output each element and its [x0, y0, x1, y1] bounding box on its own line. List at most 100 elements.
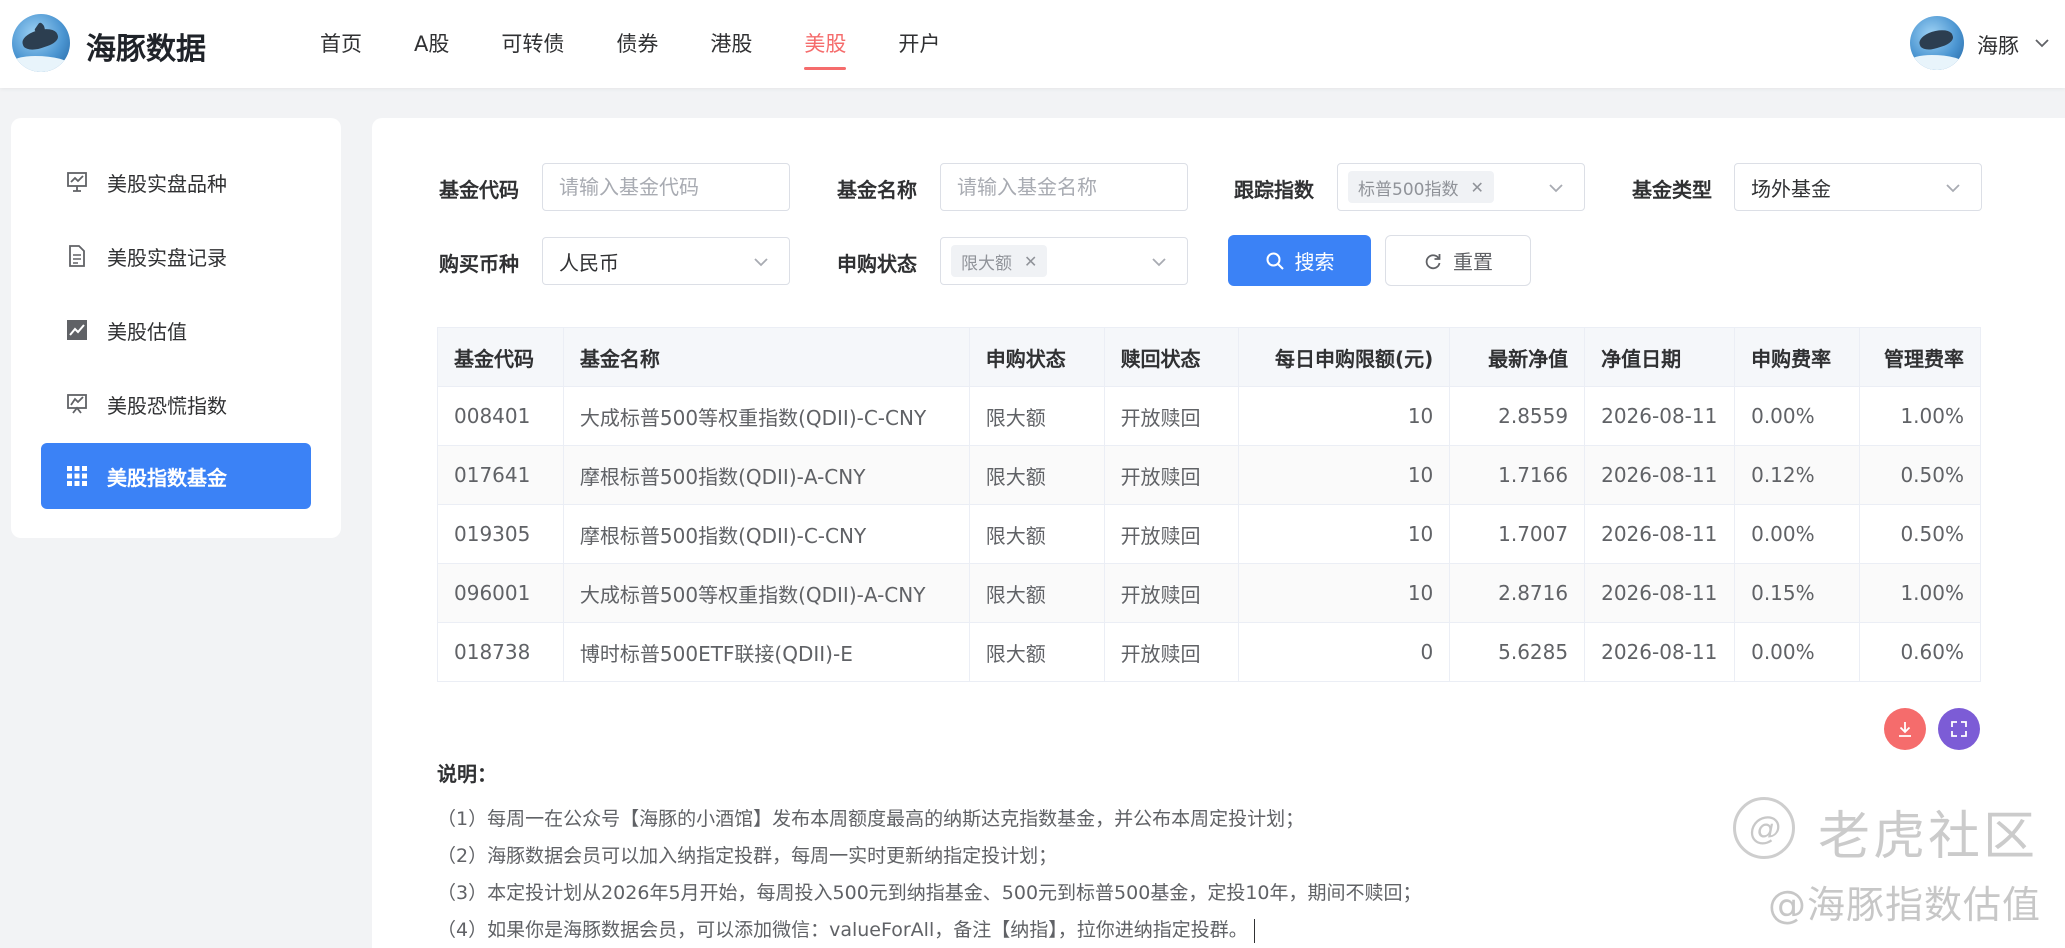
nav-bond[interactable]: 债券 [616, 0, 658, 88]
reset-button[interactable]: 重置 [1385, 235, 1531, 286]
nav-home[interactable]: 首页 [320, 0, 362, 88]
user-avatar[interactable] [1910, 16, 1964, 70]
subscribe-status-select[interactable]: 限大额 ✕ [940, 237, 1188, 285]
cell-nav-date: 2026-08-11 [1584, 504, 1736, 564]
col-daily-limit[interactable]: 每日申购限额(元) [1238, 327, 1451, 387]
fund-table: 基金代码 基金名称 申购状态 赎回状态 每日申购限额(元) 最新净值 净值日期 … [437, 327, 1981, 682]
nav-a-share[interactable]: A股 [414, 0, 449, 88]
currency-label: 购买币种 [439, 252, 519, 276]
table-header-row: 基金代码 基金名称 申购状态 赎回状态 每日申购限额(元) 最新净值 净值日期 … [437, 327, 1981, 387]
cell-daily-limit: 10 [1238, 386, 1451, 446]
col-latest-nav[interactable]: 最新净值 [1449, 327, 1586, 387]
col-management-fee[interactable]: 管理费率 [1859, 327, 1981, 387]
brand-logo[interactable] [12, 14, 70, 72]
line-chart-icon [65, 318, 89, 342]
chevron-down-icon [1549, 184, 1563, 193]
watermark-text: 老虎社区 [1818, 807, 2039, 867]
tag-label: 限大额 [961, 253, 1012, 274]
col-fund-code[interactable]: 基金代码 [437, 327, 564, 387]
grid-icon [65, 464, 89, 488]
fund-type-select[interactable]: 场外基金 [1734, 163, 1982, 211]
table-row[interactable]: 017641 摩根标普500指数(QDII)-A-CNY 限大额 开放赎回 10… [437, 445, 1981, 505]
reset-button-label: 重置 [1453, 250, 1493, 274]
cell-daily-limit: 10 [1238, 445, 1451, 505]
cell-latest-nav: 1.7007 [1449, 504, 1586, 564]
chevron-down-icon [754, 258, 768, 267]
trend-board-icon [65, 392, 89, 416]
cell-fund-name: 摩根标普500指数(QDII)-A-CNY [562, 445, 970, 505]
sidebar-item-us-fear-index[interactable]: 美股恐慌指数 [41, 371, 311, 437]
cell-fund-code: 019305 [437, 504, 564, 564]
search-button[interactable]: 搜索 [1228, 235, 1371, 286]
brand-name[interactable]: 海豚数据 [86, 24, 206, 68]
main-nav: 首页 A股 可转债 债券 港股 美股 开户 [320, 0, 992, 88]
fund-name-field[interactable] [940, 163, 1188, 211]
cell-latest-nav: 1.7166 [1449, 445, 1586, 505]
note-line: （2）海豚数据会员可以加入纳指定投群，每周一实时更新纳指定投计划； [437, 845, 1058, 867]
note-line: （4）如果你是海豚数据会员，可以添加微信：valueForAll，备注【纳指】，… [437, 912, 1422, 948]
cell-redeem-status: 开放赎回 [1103, 622, 1240, 682]
table-row[interactable]: 019305 摩根标普500指数(QDII)-C-CNY 限大额 开放赎回 10… [437, 504, 1981, 564]
document-icon [65, 244, 89, 268]
table-row[interactable]: 018738 博时标普500ETF联接(QDII)-E 限大额 开放赎回 0 5… [437, 622, 1981, 682]
fullscreen-button[interactable] [1938, 708, 1980, 750]
download-icon [1899, 722, 1911, 737]
search-icon [1266, 252, 1284, 270]
table-row[interactable]: 008401 大成标普500等权重指数(QDII)-C-CNY 限大额 开放赎回… [437, 386, 1981, 446]
note-line: （3）本定投计划从2026年5月开始，每周投入500元到纳指基金、500元到标普… [437, 882, 1422, 904]
fund-type-label: 基金类型 [1632, 178, 1712, 202]
cell-subscribe-fee: 0.00% [1734, 386, 1860, 446]
cell-nav-date: 2026-08-11 [1584, 445, 1736, 505]
sidebar-item-us-valuation[interactable]: 美股估值 [41, 297, 311, 363]
cell-nav-date: 2026-08-11 [1584, 386, 1736, 446]
sidebar: 美股实盘品种 美股实盘记录 美股估值 美股恐慌指数 美股指数基金 [11, 118, 341, 538]
sidebar-item-us-live-records[interactable]: 美股实盘记录 [41, 223, 311, 289]
subscribe-status-tag: 限大额 ✕ [951, 245, 1048, 277]
sidebar-item-label: 美股指数基金 [107, 465, 227, 490]
fund-type-value: 场外基金 [1751, 176, 1831, 201]
col-subscribe-fee[interactable]: 申购费率 [1734, 327, 1860, 387]
cell-subscribe-fee: 0.00% [1734, 622, 1860, 682]
cell-management-fee: 1.00% [1859, 563, 1981, 623]
close-icon[interactable]: ✕ [1024, 252, 1037, 271]
cell-redeem-status: 开放赎回 [1103, 445, 1240, 505]
track-index-select[interactable]: 标普500指数 ✕ [1337, 163, 1585, 211]
currency-select[interactable]: 人民币 [542, 237, 790, 285]
cell-fund-name: 大成标普500等权重指数(QDII)-C-CNY [562, 386, 970, 446]
sidebar-item-us-live-varieties[interactable]: 美股实盘品种 [41, 149, 311, 215]
track-index-tag: 标普500指数 ✕ [1348, 171, 1494, 203]
download-button[interactable] [1884, 708, 1926, 750]
nav-hk-stock[interactable]: 港股 [710, 0, 752, 88]
fund-name-label: 基金名称 [837, 178, 917, 202]
tag-label: 标普500指数 [1358, 179, 1459, 200]
col-subscribe-status[interactable]: 申购状态 [968, 327, 1105, 387]
cell-subscribe-status: 限大额 [968, 622, 1105, 682]
close-icon[interactable]: ✕ [1470, 178, 1483, 197]
subscribe-status-label: 申购状态 [837, 252, 917, 276]
cell-fund-name: 大成标普500等权重指数(QDII)-A-CNY [562, 563, 970, 623]
col-fund-name[interactable]: 基金名称 [562, 327, 970, 387]
col-nav-date[interactable]: 净值日期 [1584, 327, 1736, 387]
table-row[interactable]: 096001 大成标普500等权重指数(QDII)-A-CNY 限大额 开放赎回… [437, 563, 1981, 623]
presentation-chart-icon [65, 170, 89, 194]
user-name[interactable]: 海豚 [1977, 30, 2019, 60]
nav-us-stock[interactable]: 美股 [804, 0, 847, 88]
col-redeem-status[interactable]: 赎回状态 [1103, 327, 1240, 387]
watermark-handle: @海豚指数估值 [1768, 883, 2042, 927]
fund-code-field[interactable] [542, 163, 790, 211]
track-index-label: 跟踪指数 [1234, 178, 1314, 202]
cell-fund-code: 017641 [437, 445, 564, 505]
notes-section: 说明： （1）每周一在公众号【海豚的小酒馆】发布本周额度最高的纳斯达克指数基金，… [437, 758, 1422, 948]
chevron-down-icon[interactable] [2032, 33, 2052, 53]
nav-convertible-bond[interactable]: 可转债 [501, 0, 564, 88]
cell-redeem-status: 开放赎回 [1103, 563, 1240, 623]
fund-code-input[interactable] [559, 175, 789, 199]
sidebar-item-label: 美股恐慌指数 [107, 393, 227, 418]
fund-name-input[interactable] [957, 175, 1187, 199]
cell-latest-nav: 2.8716 [1449, 563, 1586, 623]
cell-fund-name: 博时标普500ETF联接(QDII)-E [562, 622, 970, 682]
cell-subscribe-status: 限大额 [968, 563, 1105, 623]
cell-management-fee: 0.60% [1859, 622, 1981, 682]
sidebar-item-us-index-fund[interactable]: 美股指数基金 [41, 443, 311, 509]
nav-open-account[interactable]: 开户 [898, 0, 940, 88]
